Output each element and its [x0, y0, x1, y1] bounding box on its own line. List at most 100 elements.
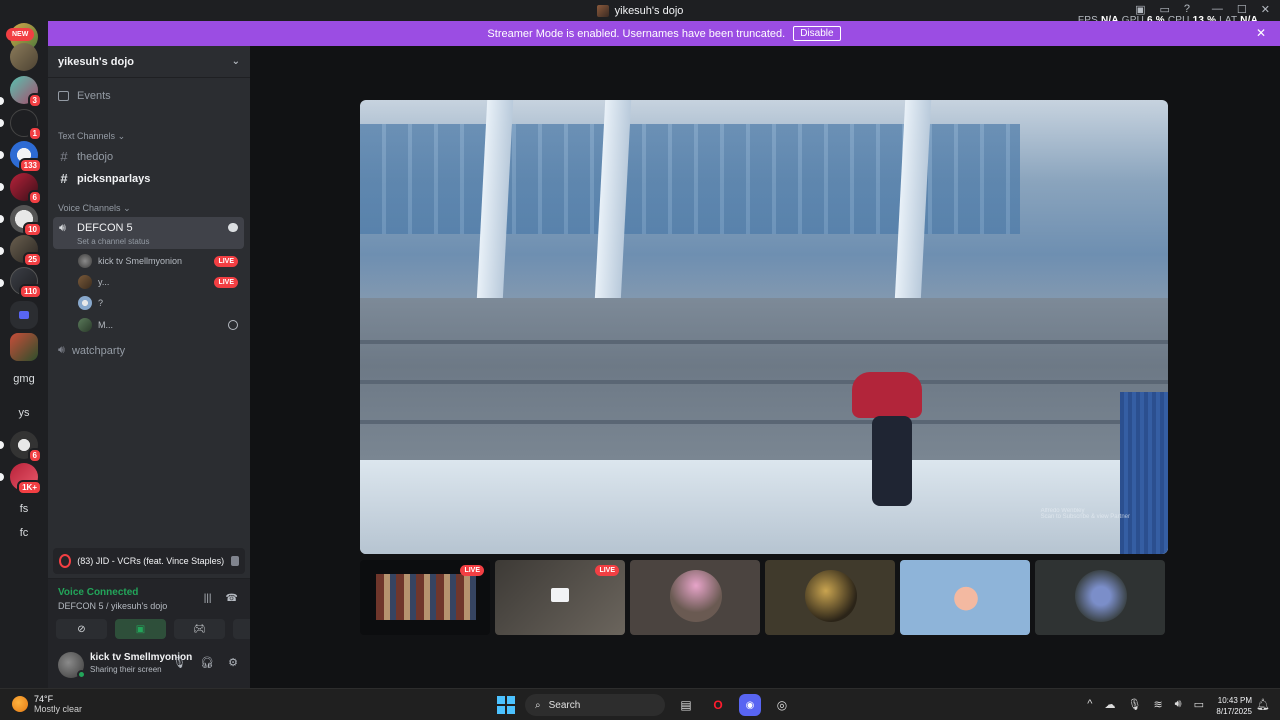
clock-date: 8/17/2025	[1216, 707, 1252, 716]
user-controls: 🎙︎ 🎧︎ ⚙	[172, 656, 238, 669]
chevron-up-icon[interactable]: ^	[1087, 698, 1092, 711]
settings-gear-icon[interactable]: ⚙	[228, 656, 238, 669]
volume-icon[interactable]: 🔊︎	[1175, 698, 1182, 711]
voice-member[interactable]: kick tv Smellmyonion	[78, 254, 182, 268]
avatar	[670, 570, 722, 622]
windows-taskbar: 74°F Mostly clear ⌕ Search ▤ O ◉ ◎ ^ ☁ 🎙…	[0, 688, 1280, 720]
events-item[interactable]: Events	[58, 90, 111, 102]
disconnect-icon[interactable]: ☎	[226, 593, 238, 604]
chat-bubble-icon[interactable]	[228, 223, 238, 232]
noise-suppression-icon[interactable]: |||	[204, 593, 212, 604]
clock-time: 10:43 PM	[1217, 696, 1252, 705]
voice-connected-label[interactable]: Voice Connected	[58, 587, 138, 598]
unread-pill	[0, 151, 4, 159]
now-playing-activity[interactable]: (83) JID - VCRs (feat. Vince Staples) (O…	[53, 548, 245, 574]
activity-button[interactable]: 🎮︎	[174, 619, 225, 639]
voice-location[interactable]: DEFCON 5 / yikesuh's dojo	[58, 601, 167, 611]
wifi-icon[interactable]: ≋	[1153, 698, 1162, 711]
voice-channel-name: DEFCON 5	[77, 222, 133, 234]
banner-close-icon[interactable]: ✕	[1256, 26, 1266, 40]
voice-channel-watchparty[interactable]: 🔊︎ watchparty	[58, 344, 125, 357]
voice-member[interactable]: y...	[78, 275, 109, 289]
server-icon-12[interactable]: 1K+	[10, 463, 42, 495]
main-stream-video[interactable]: Alfredo Wenbley Scan to Subscribe & view…	[360, 100, 1168, 554]
stream-thumbnail[interactable]: LIVE	[360, 560, 490, 635]
server-icon-4[interactable]: 1	[10, 109, 42, 141]
category-text-channels[interactable]: Text Channels ⌄	[58, 131, 125, 142]
server-icon-7[interactable]: 10	[10, 205, 42, 237]
search-label: Search	[548, 699, 581, 711]
server-icon-2[interactable]	[10, 43, 38, 71]
stream-stage: Alfredo Wenbley Scan to Subscribe & view…	[250, 46, 1280, 688]
voice-member[interactable]: M...	[78, 318, 113, 332]
category-voice-channels[interactable]: Voice Channels ⌄	[58, 203, 131, 214]
task-view-icon[interactable]: ▤	[675, 694, 697, 716]
weather-sun-icon	[12, 696, 28, 712]
new-badge: NEW	[6, 28, 35, 41]
channel-status[interactable]: Set a channel status	[77, 237, 150, 246]
taskbar-search[interactable]: ⌕ Search	[525, 694, 665, 716]
clock[interactable]: 10:43 PM 8/17/2025	[1216, 695, 1252, 717]
channel-sidebar: yikesuh's dojo ⌄ Events Text Channels ⌄ …	[48, 46, 284, 688]
microphone-tray-icon[interactable]: 🎙︎	[1127, 698, 1141, 711]
member-name: M...	[98, 320, 113, 330]
channel-label: watchparty	[71, 344, 126, 357]
chevron-down-icon: ⌄	[231, 56, 240, 67]
participant-tile[interactable]	[900, 560, 1030, 635]
video-step	[360, 380, 1168, 384]
server-icon-6[interactable]: 6	[10, 173, 42, 205]
windows-start-icon[interactable]	[497, 696, 515, 714]
participant-thumbnails: LIVE LIVE	[360, 560, 1168, 635]
unread-pill	[0, 473, 4, 481]
video-rider	[852, 372, 922, 418]
video-step	[360, 340, 1168, 344]
avatar	[78, 275, 92, 289]
server-header[interactable]: yikesuh's dojo ⌄	[48, 46, 250, 78]
participant-tile[interactable]	[630, 560, 760, 635]
video-trash-bin	[1120, 392, 1168, 554]
server-icon-10[interactable]	[10, 333, 38, 361]
server-gmg[interactable]: gmg	[10, 365, 38, 393]
headphones-icon[interactable]: 🎧︎	[200, 656, 214, 669]
notification-bell-icon[interactable]: 🔔︎	[1256, 698, 1270, 711]
weather-widget[interactable]: 74°F Mostly clear	[12, 694, 82, 714]
member-name: y...	[98, 277, 110, 287]
close-window-icon[interactable]: ✕	[1261, 3, 1270, 16]
mention-badge: 1	[27, 126, 42, 141]
channel-thedojo[interactable]: # thedojo	[58, 149, 113, 164]
camera-off-button[interactable]: ⊘	[56, 619, 107, 639]
unread-pill	[0, 247, 4, 255]
disable-streamer-mode-button[interactable]: Disable	[793, 26, 841, 41]
music-disc-icon	[59, 554, 72, 568]
voice-member[interactable]: ?	[78, 296, 103, 310]
folder-icon[interactable]	[10, 301, 38, 329]
member-name: ?	[98, 298, 104, 308]
avatar	[805, 570, 857, 622]
live-badge: LIVE	[214, 277, 238, 288]
server-icon-8[interactable]: 25	[10, 235, 42, 267]
voice-channel-defcon5[interactable]: 🔊︎ DEFCON 5 Set a channel status	[53, 217, 244, 249]
server-fs[interactable]: fs	[10, 495, 38, 523]
battery-icon[interactable]: ▭	[1194, 698, 1204, 711]
microphone-icon[interactable]: 🎙︎	[172, 656, 186, 669]
close-activity-icon[interactable]	[230, 556, 239, 566]
steam-icon[interactable]: ◎	[771, 694, 793, 716]
server-icon-5[interactable]: 133	[10, 141, 42, 173]
server-icon-3[interactable]: 3	[10, 76, 42, 108]
server-fc[interactable]: fc	[10, 527, 38, 541]
unread-pill	[0, 279, 4, 287]
hash-icon: #	[60, 171, 68, 186]
hash-icon: #	[60, 149, 68, 164]
live-badge: LIVE	[595, 565, 619, 576]
opera-browser-icon[interactable]: O	[707, 694, 729, 716]
screen-share-button[interactable]: ▣	[115, 619, 166, 639]
server-icon-9[interactable]: 110	[10, 267, 42, 299]
server-icon-11[interactable]: 6	[10, 431, 42, 463]
server-ys[interactable]: ys	[10, 399, 38, 427]
channel-picksnparlays[interactable]: # picksnparlays	[58, 171, 150, 186]
stream-thumbnail[interactable]: LIVE	[495, 560, 625, 635]
discord-taskbar-icon[interactable]: ◉	[739, 694, 761, 716]
participant-tile[interactable]	[765, 560, 895, 635]
cloud-icon[interactable]: ☁	[1104, 698, 1115, 711]
participant-tile[interactable]	[1035, 560, 1165, 635]
